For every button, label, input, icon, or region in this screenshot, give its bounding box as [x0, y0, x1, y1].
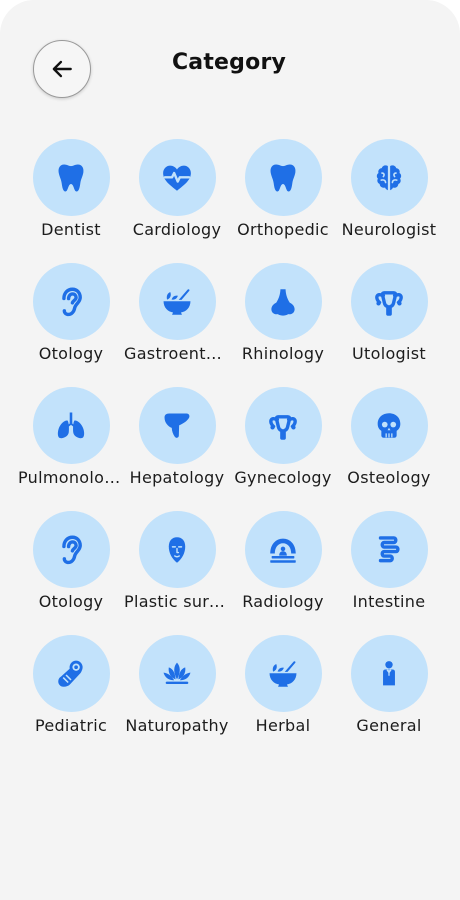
category-item-herbal[interactable]: Herbal: [230, 635, 336, 759]
category-item-orthopedic[interactable]: Orthopedic: [230, 139, 336, 263]
category-icon-circle: [32, 511, 110, 588]
category-item-intestine[interactable]: Intestine: [336, 511, 442, 635]
category-item-general[interactable]: General: [336, 635, 442, 759]
category-item-osteology[interactable]: Osteology: [336, 387, 442, 511]
category-icon-circle: [32, 263, 110, 340]
category-icon-circle: [138, 635, 216, 712]
face-icon: [168, 536, 186, 563]
category-icon-circle: [350, 387, 428, 464]
uterus-icon: [269, 414, 297, 440]
category-label: Herbal: [255, 716, 311, 735]
arrow-left-icon: [52, 60, 72, 78]
category-item-plastic-surgery[interactable]: Plastic surgery: [124, 511, 230, 635]
xray-machine-icon: [270, 538, 296, 563]
lotus-icon: [163, 662, 191, 684]
category-item-radiology[interactable]: Radiology: [230, 511, 336, 635]
heart-pulse-icon: [163, 165, 191, 191]
category-icon-circle: [350, 139, 428, 216]
category-item-neurologist[interactable]: Neurologist: [336, 139, 442, 263]
category-label: Pulmonology: [18, 468, 124, 487]
skull-icon: [377, 412, 401, 438]
category-item-pediatric[interactable]: Pediatric: [18, 635, 124, 759]
tooth-icon: [58, 164, 84, 191]
category-icon-circle: [32, 387, 110, 464]
ear-icon: [62, 535, 82, 564]
category-item-utologist[interactable]: Utologist: [336, 263, 442, 387]
category-screen: Category Dentist Cardiology Orthopedic N…: [0, 0, 460, 900]
category-label: Rhinology: [241, 344, 325, 363]
baby-icon: [58, 660, 83, 687]
category-label: Dentist: [41, 220, 101, 239]
mortar-pestle-icon: [163, 288, 191, 315]
doctor-icon: [383, 660, 395, 685]
category-grid: Dentist Cardiology Orthopedic Neurologis…: [18, 139, 442, 759]
category-label: Gastroenterology: [124, 344, 230, 363]
lungs-icon: [57, 412, 85, 438]
category-item-gynecology[interactable]: Gynecology: [230, 387, 336, 511]
category-label: Plastic surgery: [124, 592, 230, 611]
back-button[interactable]: [33, 40, 91, 98]
intestine-icon: [378, 535, 400, 562]
category-label: Intestine: [352, 592, 426, 611]
category-label: General: [356, 716, 422, 735]
category-icon-circle: [244, 139, 322, 216]
category-icon-circle: [244, 387, 322, 464]
nose-icon: [271, 288, 295, 316]
category-item-cardiology[interactable]: Cardiology: [124, 139, 230, 263]
category-item-rhinology[interactable]: Rhinology: [230, 263, 336, 387]
category-item-gastroenterology[interactable]: Gastroenterology: [124, 263, 230, 387]
category-item-naturopathy[interactable]: Naturopathy: [124, 635, 230, 759]
mortar-pestle-icon: [269, 660, 297, 687]
tooth-icon: [270, 164, 296, 191]
brain-icon: [376, 164, 402, 190]
category-label: Radiology: [242, 592, 324, 611]
liver-icon: [164, 413, 190, 438]
category-icon-circle: [244, 635, 322, 712]
category-icon-circle: [138, 511, 216, 588]
category-label: Naturopathy: [125, 716, 229, 735]
category-label: Otology: [38, 592, 104, 611]
category-label: Pediatric: [34, 716, 108, 735]
category-icon-circle: [32, 635, 110, 712]
category-icon-circle: [350, 263, 428, 340]
uterus-icon: [375, 290, 403, 316]
category-item-dentist[interactable]: Dentist: [18, 139, 124, 263]
category-label: Osteology: [347, 468, 431, 487]
category-label: Gynecology: [234, 468, 332, 487]
category-label: Cardiology: [132, 220, 222, 239]
category-icon-circle: [244, 511, 322, 588]
category-item-otology[interactable]: Otology: [18, 263, 124, 387]
category-label: Neurologist: [341, 220, 437, 239]
ear-icon: [62, 287, 82, 316]
category-icon-circle: [350, 635, 428, 712]
category-icon-circle: [32, 139, 110, 216]
category-icon-circle: [138, 139, 216, 216]
category-icon-circle: [350, 511, 428, 588]
category-item-pulmonology[interactable]: Pulmonology: [18, 387, 124, 511]
category-label: Hepatology: [129, 468, 225, 487]
category-icon-circle: [138, 263, 216, 340]
category-label: Otology: [38, 344, 104, 363]
category-icon-circle: [244, 263, 322, 340]
category-label: Orthopedic: [237, 220, 329, 239]
category-label: Utologist: [352, 344, 426, 363]
category-item-otology-2[interactable]: Otology: [18, 511, 124, 635]
category-icon-circle: [138, 387, 216, 464]
category-item-hepatology[interactable]: Hepatology: [124, 387, 230, 511]
